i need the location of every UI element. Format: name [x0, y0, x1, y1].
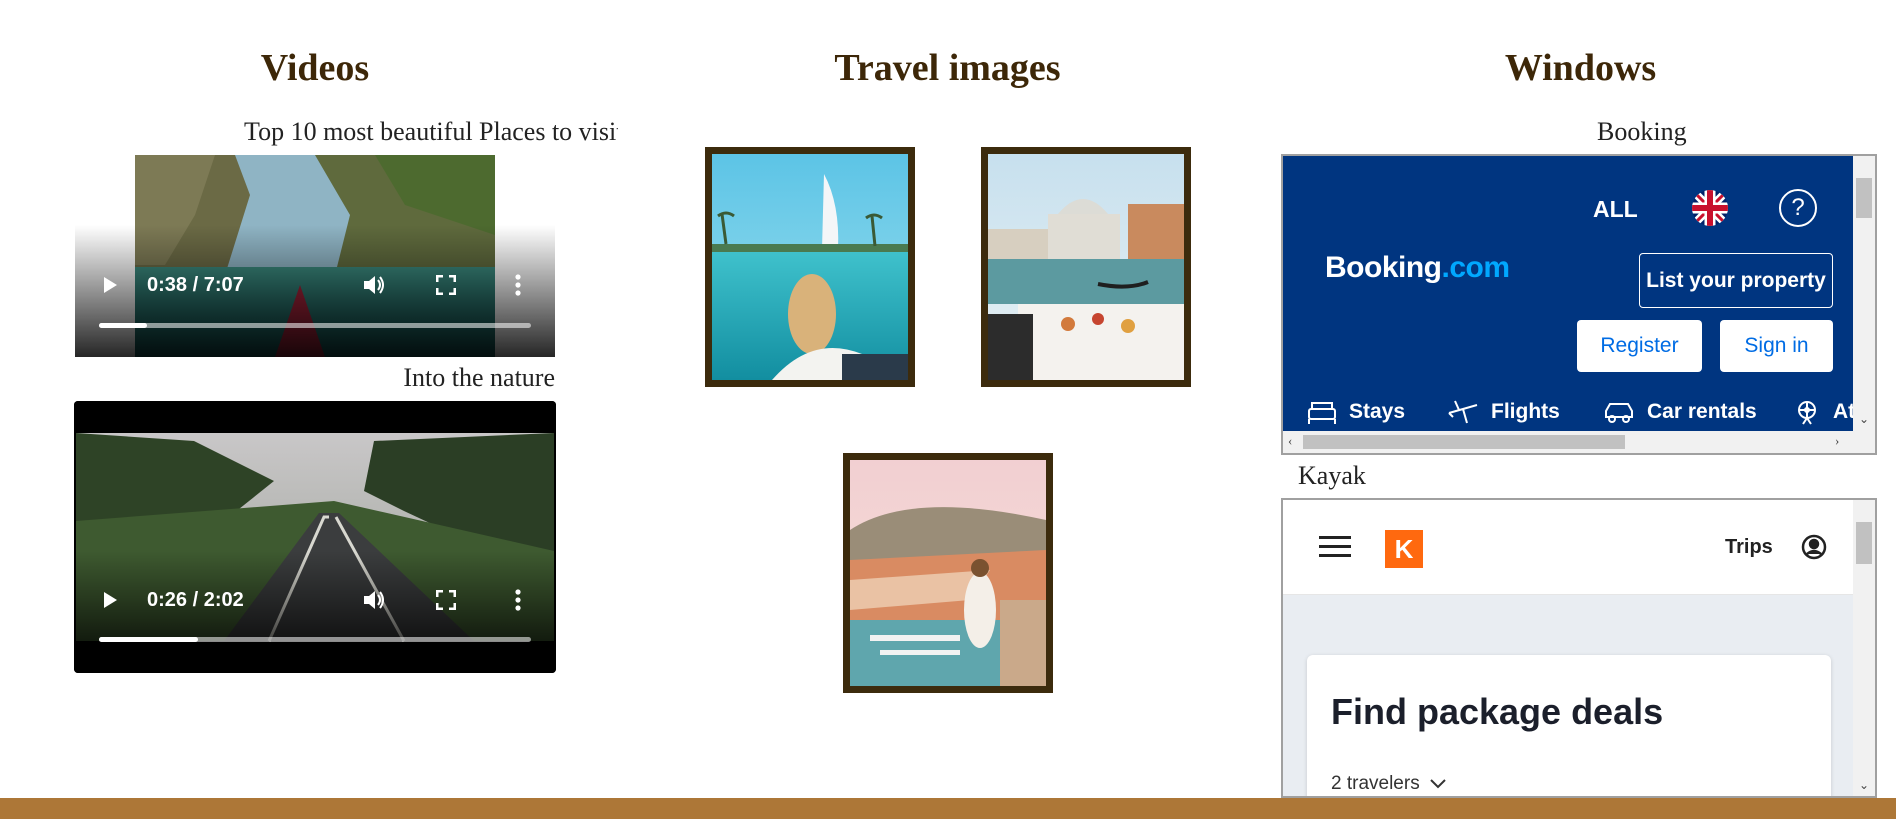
plane-icon	[1448, 400, 1478, 424]
fullscreen-icon[interactable]	[429, 583, 463, 617]
nav-stays[interactable]: Stays	[1307, 399, 1405, 425]
package-deals-card: Find package deals 2 travelers	[1307, 655, 1831, 796]
scroll-down-arrow-icon[interactable]: ⌄	[1859, 412, 1869, 427]
help-icon[interactable]: ?	[1779, 189, 1817, 227]
ferris-wheel-icon	[1798, 401, 1816, 425]
booking-horizontal-scrollbar[interactable]: ‹ ›	[1283, 431, 1875, 453]
travel-image-dubai	[705, 147, 915, 387]
footer-bar	[0, 798, 1896, 819]
scroll-right-arrow-icon[interactable]: ›	[1835, 433, 1839, 449]
video-2-progress-bar[interactable]	[99, 637, 531, 642]
booking-logo-main: Booking	[1325, 251, 1442, 284]
chevron-down-icon	[1429, 779, 1446, 789]
scroll-left-arrow-icon[interactable]: ‹	[1288, 433, 1292, 449]
volume-icon[interactable]	[357, 268, 391, 302]
video-2-poster	[74, 401, 556, 673]
dubai-photo	[712, 154, 908, 380]
user-account-icon[interactable]	[1801, 534, 1827, 565]
kayak-hero: Find package deals 2 travelers	[1283, 595, 1855, 796]
more-vertical-icon[interactable]	[501, 268, 535, 302]
booking-window[interactable]: ALL ? Booking.com List your property Reg…	[1281, 154, 1877, 455]
more-vertical-icon[interactable]	[501, 583, 535, 617]
booking-caption: Booking	[1597, 117, 1687, 146]
video-2-time: 0:26 / 2:02	[147, 588, 244, 611]
booking-logo[interactable]: Booking.com	[1325, 251, 1510, 285]
uk-flag-icon[interactable]	[1691, 189, 1729, 232]
nav-car-rentals[interactable]: Car rentals	[1603, 399, 1757, 425]
video-player-1[interactable]: 0:38 / 7:07	[75, 155, 555, 357]
sign-in-button[interactable]: Sign in	[1720, 320, 1833, 372]
currency-selector[interactable]: ALL	[1593, 196, 1638, 223]
video-player-2[interactable]: 0:26 / 2:02	[74, 401, 556, 673]
bed-icon	[1308, 402, 1336, 424]
kayak-header: K Trips	[1283, 500, 1855, 595]
trips-link[interactable]: Trips	[1725, 536, 1773, 559]
travelers-selector[interactable]: 2 travelers	[1331, 773, 1446, 795]
travel-images-heading: Travel images	[834, 47, 1061, 89]
nav-car-rentals-label: Car rentals	[1647, 400, 1757, 423]
booking-vertical-scrollbar[interactable]: ⌄	[1853, 156, 1875, 431]
video-1-progress-bar[interactable]	[99, 323, 531, 328]
kayak-logo[interactable]: K	[1385, 530, 1423, 568]
scroll-down-arrow-icon[interactable]: ⌄	[1859, 778, 1869, 792]
videos-heading: Videos	[260, 47, 370, 89]
video-2-caption: Into the nature	[403, 363, 555, 392]
venice-photo	[988, 154, 1184, 380]
booking-logo-suffix: .com	[1441, 251, 1511, 284]
travel-image-monaco	[843, 453, 1053, 693]
kayak-vertical-scrollbar[interactable]: ⌄	[1853, 500, 1875, 796]
kayak-window[interactable]: K Trips Find package deals 2 travelers ⌄	[1281, 498, 1877, 798]
volume-icon[interactable]	[357, 583, 391, 617]
booking-header: ALL ? Booking.com List your property Reg…	[1283, 156, 1875, 432]
fullscreen-icon[interactable]	[429, 268, 463, 302]
find-package-deals-heading: Find package deals	[1331, 691, 1664, 732]
windows-heading: Windows	[1504, 47, 1657, 89]
video-1-caption: Top 10 most beautiful Places to visit	[244, 117, 618, 146]
car-icon	[1605, 403, 1633, 423]
kayak-caption: Kayak	[1298, 461, 1366, 490]
nav-stays-label: Stays	[1349, 400, 1406, 423]
travel-image-venice	[981, 147, 1191, 387]
nav-flights[interactable]: Flights	[1447, 399, 1560, 425]
monaco-photo	[850, 460, 1046, 686]
register-button[interactable]: Register	[1577, 320, 1702, 372]
list-property-button[interactable]: List your property	[1639, 253, 1833, 308]
hamburger-menu-icon[interactable]	[1319, 536, 1351, 563]
travelers-label: 2 travelers	[1331, 773, 1420, 794]
nav-flights-label: Flights	[1491, 400, 1560, 423]
video-1-time: 0:38 / 7:07	[147, 273, 244, 296]
